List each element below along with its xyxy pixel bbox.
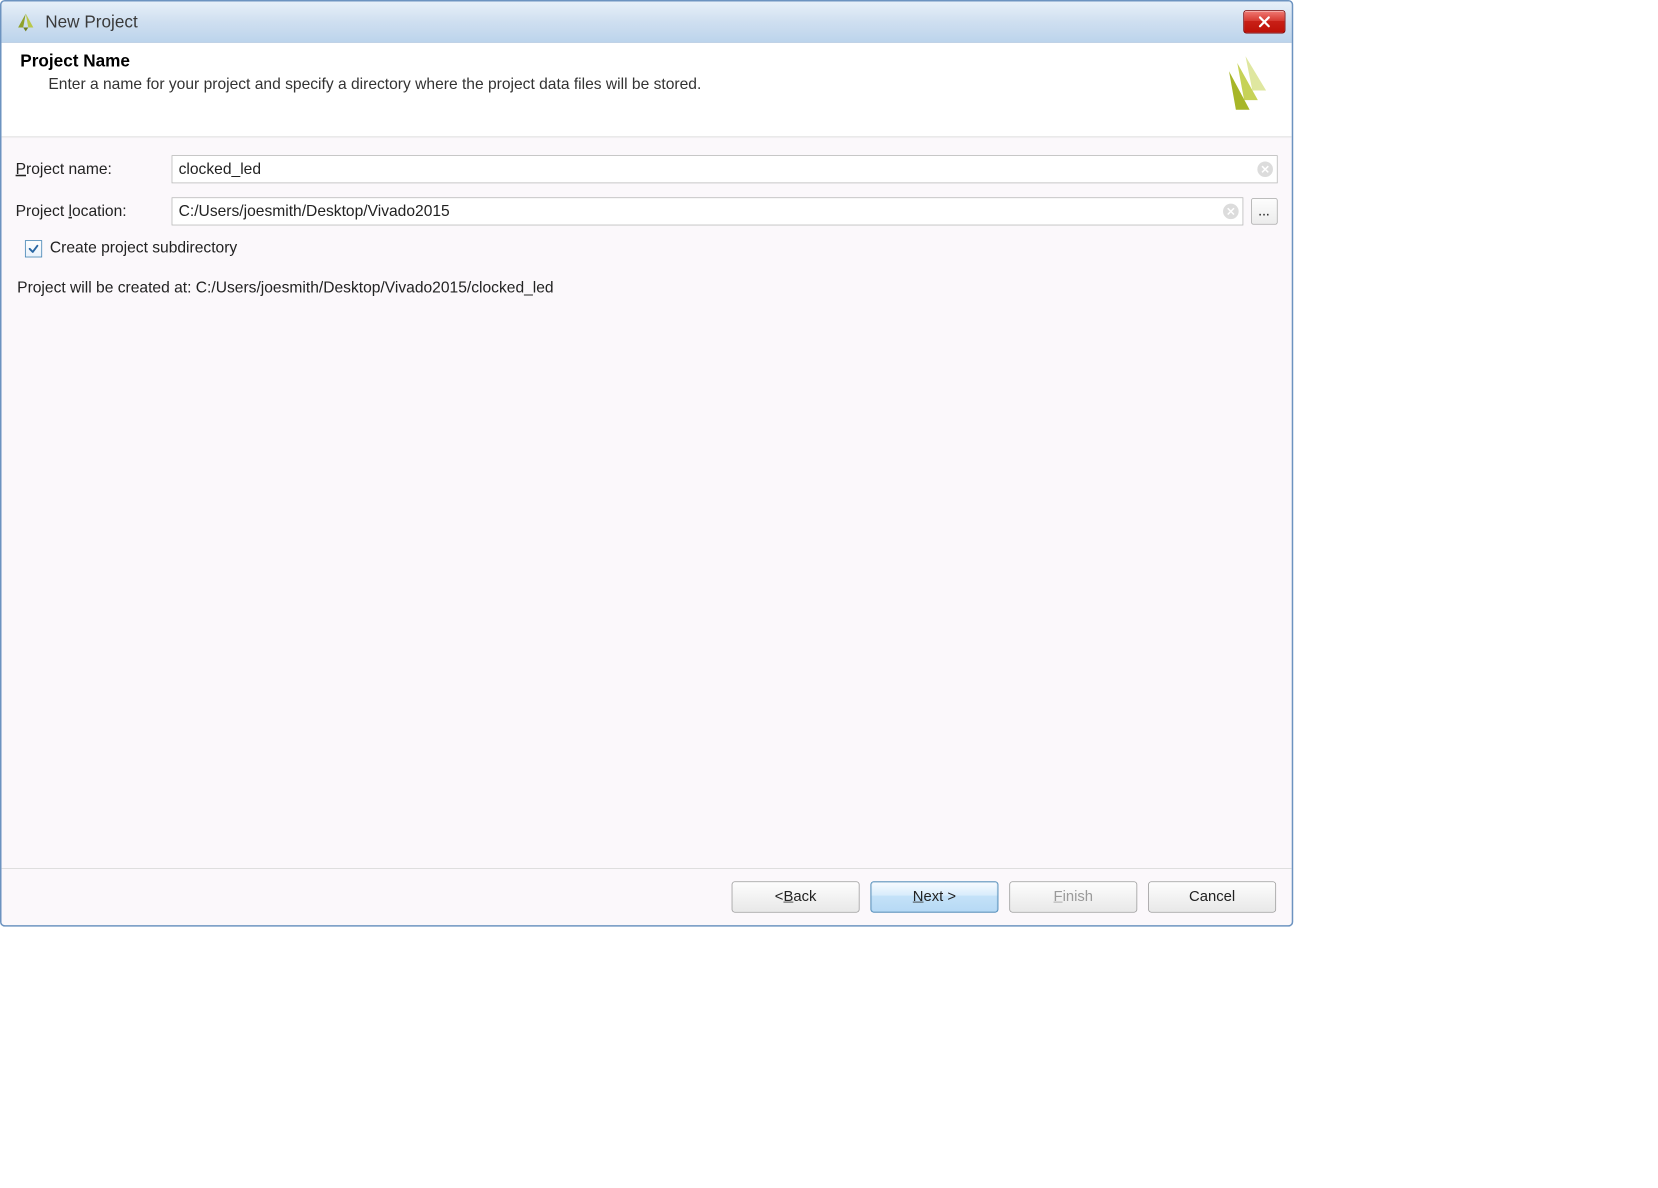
create-subdir-label: Create project subdirectory — [50, 239, 237, 257]
project-name-input[interactable] — [172, 155, 1278, 183]
clear-name-button[interactable] — [1257, 161, 1273, 177]
form-area: Project name: Project location: ... — [2, 137, 1292, 868]
clear-icon — [1227, 207, 1235, 215]
project-path-summary: Project will be created at: C:/Users/joe… — [16, 279, 1278, 297]
back-button[interactable]: < Back — [732, 881, 860, 912]
project-location-input-wrap — [172, 197, 1244, 225]
wizard-step-title: Project Name — [20, 51, 1193, 71]
close-icon — [1257, 15, 1271, 29]
clear-location-button[interactable] — [1223, 204, 1239, 220]
create-subdir-checkbox[interactable] — [25, 240, 42, 257]
wizard-step-description: Enter a name for your project and specif… — [20, 76, 1193, 94]
cancel-button[interactable]: Cancel — [1148, 881, 1276, 912]
browse-location-button[interactable]: ... — [1251, 198, 1278, 225]
project-location-row: Project location: ... — [16, 197, 1278, 225]
wizard-header-text: Project Name Enter a name for your proje… — [20, 51, 1193, 94]
close-button[interactable] — [1243, 10, 1285, 33]
wizard-header: Project Name Enter a name for your proje… — [2, 43, 1292, 137]
project-location-input[interactable] — [172, 197, 1244, 225]
window-title: New Project — [45, 12, 1234, 32]
create-subdir-row: Create project subdirectory — [16, 239, 1278, 257]
dialog-window: New Project Project Name Enter a name fo… — [0, 0, 1293, 927]
project-location-label: Project location: — [16, 202, 164, 220]
title-bar: New Project — [2, 2, 1292, 43]
wizard-footer: < Back Next > Finish Cancel — [2, 868, 1292, 925]
project-name-row: Project name: — [16, 155, 1278, 183]
checkmark-icon — [28, 243, 39, 254]
clear-icon — [1261, 165, 1269, 173]
vivado-app-icon — [16, 12, 36, 32]
next-button[interactable]: Next > — [870, 881, 998, 912]
vivado-logo-icon — [1204, 51, 1273, 124]
project-name-label: Project name: — [16, 160, 164, 178]
project-name-input-wrap — [172, 155, 1278, 183]
finish-button: Finish — [1009, 881, 1137, 912]
